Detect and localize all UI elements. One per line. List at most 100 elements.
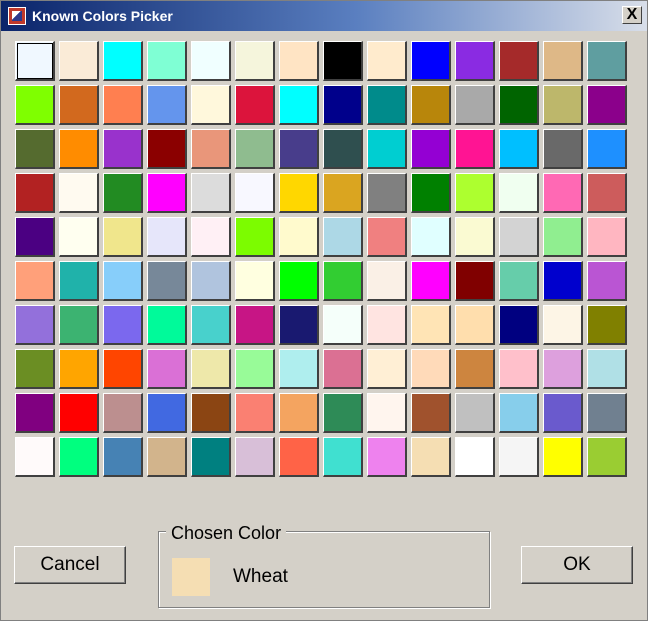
color-swatch[interactable] — [235, 173, 275, 213]
color-swatch[interactable] — [323, 261, 363, 301]
color-swatch[interactable] — [191, 85, 231, 125]
color-swatch[interactable] — [499, 41, 539, 81]
color-swatch[interactable] — [235, 129, 275, 169]
color-swatch[interactable] — [411, 41, 451, 81]
color-swatch[interactable] — [191, 129, 231, 169]
color-swatch[interactable] — [147, 305, 187, 345]
color-swatch[interactable] — [499, 349, 539, 389]
color-swatch[interactable] — [103, 217, 143, 257]
color-swatch[interactable] — [15, 217, 55, 257]
color-swatch[interactable] — [15, 261, 55, 301]
color-swatch[interactable] — [147, 41, 187, 81]
color-swatch[interactable] — [499, 437, 539, 477]
color-swatch[interactable] — [323, 85, 363, 125]
color-swatch[interactable] — [323, 437, 363, 477]
color-swatch[interactable] — [367, 173, 407, 213]
color-swatch[interactable] — [367, 261, 407, 301]
color-swatch[interactable] — [323, 305, 363, 345]
color-swatch[interactable] — [587, 437, 627, 477]
color-swatch[interactable] — [191, 393, 231, 433]
color-swatch[interactable] — [147, 173, 187, 213]
color-swatch[interactable] — [59, 349, 99, 389]
cancel-button[interactable]: Cancel — [14, 546, 126, 584]
color-swatch[interactable] — [455, 305, 495, 345]
color-swatch[interactable] — [543, 349, 583, 389]
color-swatch[interactable] — [15, 349, 55, 389]
color-swatch[interactable] — [279, 349, 319, 389]
color-swatch[interactable] — [543, 437, 583, 477]
color-swatch[interactable] — [191, 217, 231, 257]
color-swatch[interactable] — [367, 393, 407, 433]
color-swatch[interactable] — [455, 85, 495, 125]
color-swatch[interactable] — [191, 173, 231, 213]
color-swatch[interactable] — [279, 129, 319, 169]
color-swatch[interactable] — [147, 129, 187, 169]
color-swatch[interactable] — [59, 305, 99, 345]
color-swatch[interactable] — [235, 85, 275, 125]
color-swatch[interactable] — [587, 173, 627, 213]
color-swatch[interactable] — [499, 393, 539, 433]
color-swatch[interactable] — [147, 437, 187, 477]
color-swatch[interactable] — [455, 41, 495, 81]
color-swatch[interactable] — [411, 349, 451, 389]
color-swatch[interactable] — [587, 217, 627, 257]
color-swatch[interactable] — [455, 173, 495, 213]
color-swatch[interactable] — [191, 261, 231, 301]
ok-button[interactable]: OK — [521, 546, 633, 584]
color-swatch[interactable] — [367, 437, 407, 477]
color-swatch[interactable] — [455, 129, 495, 169]
color-swatch[interactable] — [587, 41, 627, 81]
color-swatch[interactable] — [279, 173, 319, 213]
color-swatch[interactable] — [59, 129, 99, 169]
color-swatch[interactable] — [543, 305, 583, 345]
color-swatch[interactable] — [499, 217, 539, 257]
color-swatch[interactable] — [103, 173, 143, 213]
color-swatch[interactable] — [323, 349, 363, 389]
color-swatch[interactable] — [103, 261, 143, 301]
color-swatch[interactable] — [411, 173, 451, 213]
color-swatch[interactable] — [455, 261, 495, 301]
color-swatch[interactable] — [455, 349, 495, 389]
color-swatch[interactable] — [235, 349, 275, 389]
color-swatch[interactable] — [543, 173, 583, 213]
color-swatch[interactable] — [15, 437, 55, 477]
color-swatch[interactable] — [323, 173, 363, 213]
color-swatch[interactable] — [103, 393, 143, 433]
color-swatch[interactable] — [15, 393, 55, 433]
color-swatch[interactable] — [191, 349, 231, 389]
color-swatch[interactable] — [59, 217, 99, 257]
color-swatch[interactable] — [103, 305, 143, 345]
color-swatch[interactable] — [59, 437, 99, 477]
color-swatch[interactable] — [279, 41, 319, 81]
color-swatch[interactable] — [147, 85, 187, 125]
title-bar[interactable]: Known Colors Picker X — [1, 1, 647, 31]
color-swatch[interactable] — [499, 85, 539, 125]
color-swatch[interactable] — [15, 305, 55, 345]
color-swatch[interactable] — [587, 349, 627, 389]
color-swatch[interactable] — [587, 129, 627, 169]
color-swatch[interactable] — [279, 437, 319, 477]
color-swatch[interactable] — [59, 173, 99, 213]
color-swatch[interactable] — [235, 41, 275, 81]
color-swatch[interactable] — [411, 437, 451, 477]
color-swatch[interactable] — [543, 85, 583, 125]
color-swatch[interactable] — [235, 305, 275, 345]
color-swatch[interactable] — [15, 85, 55, 125]
color-swatch[interactable] — [191, 437, 231, 477]
color-swatch[interactable] — [411, 305, 451, 345]
color-swatch[interactable] — [499, 261, 539, 301]
color-swatch[interactable] — [367, 41, 407, 81]
color-swatch[interactable] — [543, 261, 583, 301]
color-swatch[interactable] — [411, 85, 451, 125]
color-swatch[interactable] — [147, 393, 187, 433]
color-swatch[interactable] — [499, 173, 539, 213]
color-swatch[interactable] — [15, 41, 55, 81]
color-swatch[interactable] — [411, 261, 451, 301]
color-swatch[interactable] — [587, 85, 627, 125]
color-swatch[interactable] — [235, 261, 275, 301]
color-swatch[interactable] — [15, 129, 55, 169]
color-swatch[interactable] — [323, 41, 363, 81]
color-swatch[interactable] — [543, 129, 583, 169]
color-swatch[interactable] — [279, 85, 319, 125]
color-swatch[interactable] — [323, 393, 363, 433]
